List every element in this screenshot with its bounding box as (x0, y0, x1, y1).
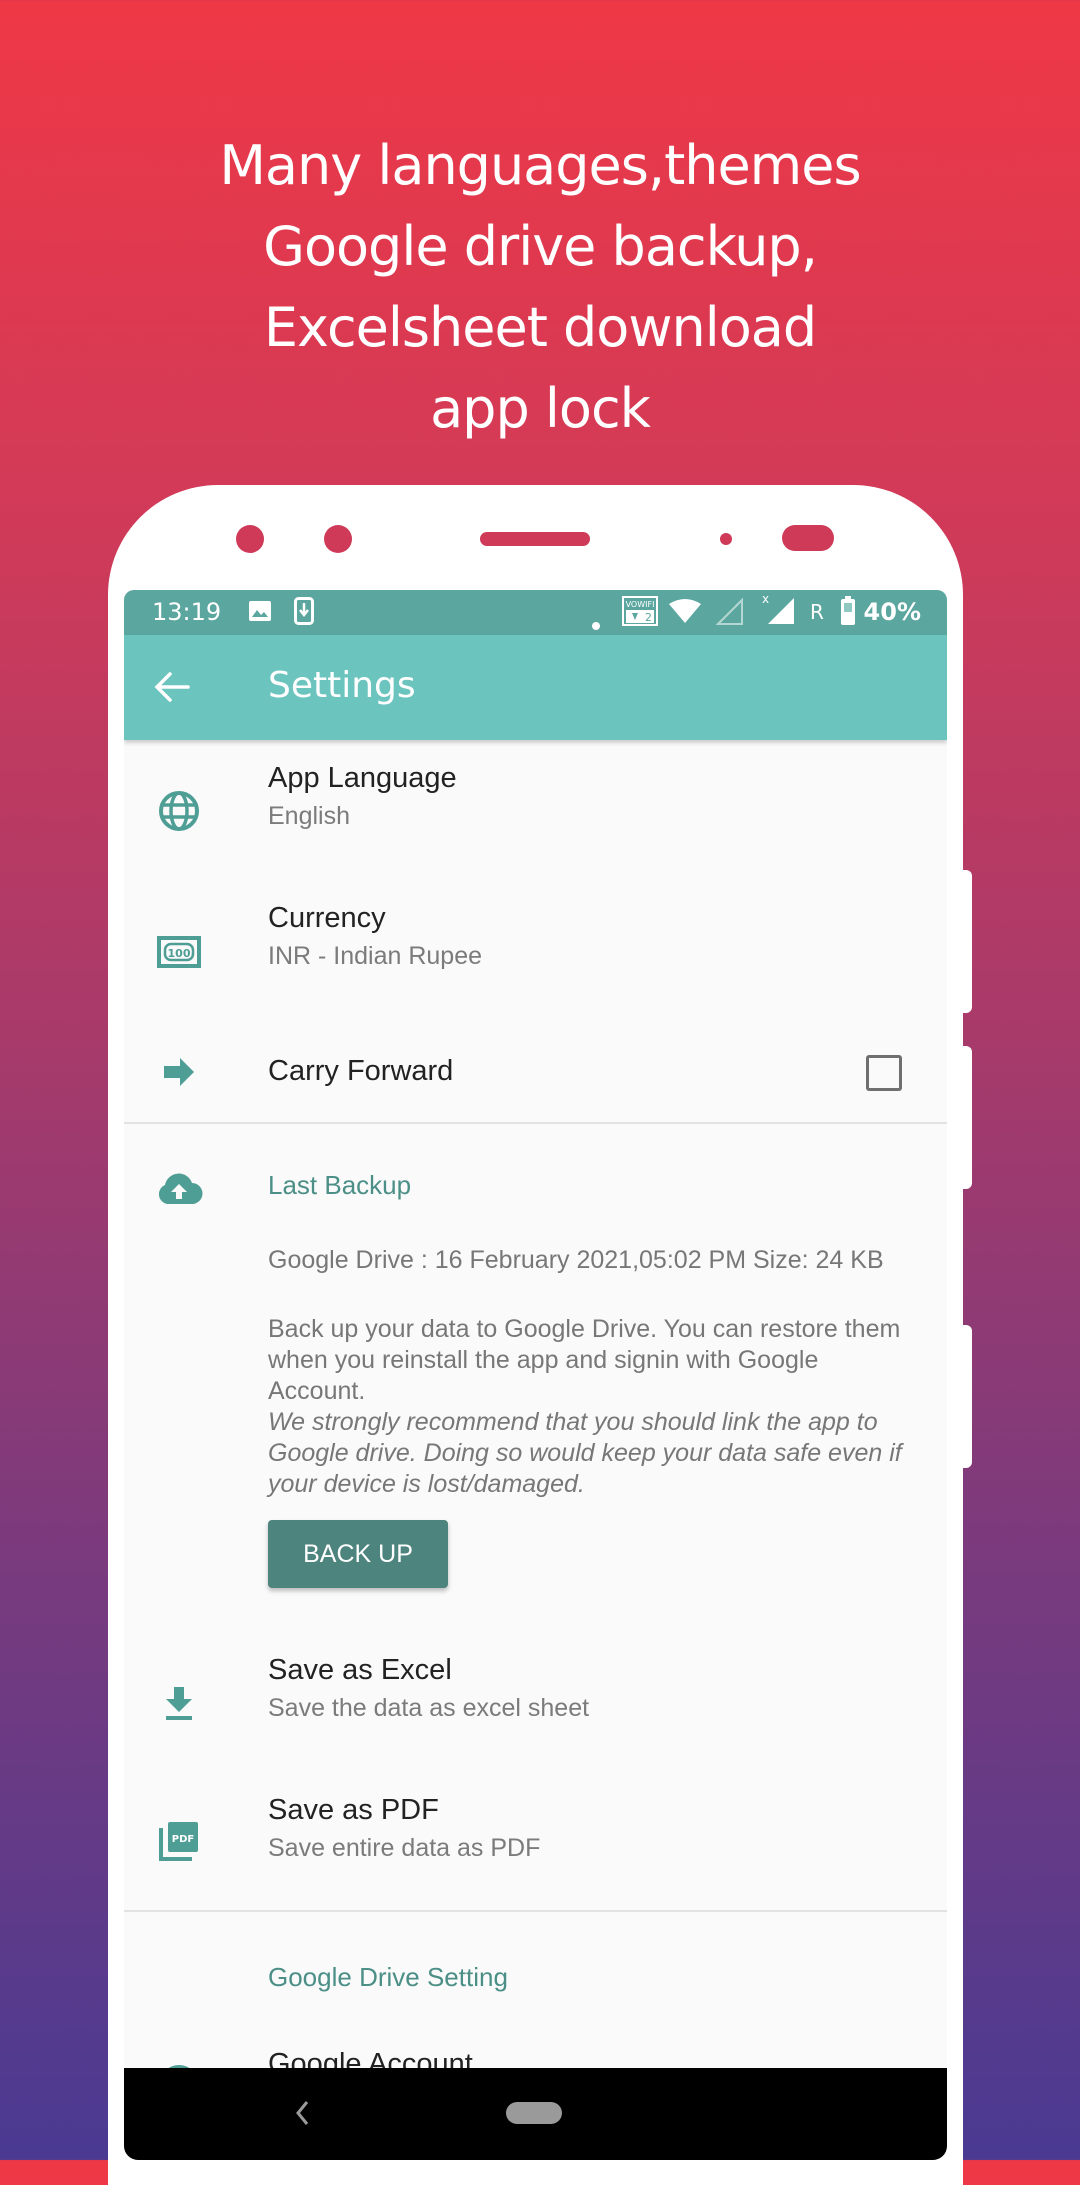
headline-line-4: app lock (430, 377, 651, 440)
setting-last-backup: Last Backup (124, 1150, 947, 1220)
image-icon (248, 599, 272, 629)
carry-forward-checkbox[interactable] (866, 1055, 902, 1091)
backup-recommendation: We strongly recommend that you should li… (268, 1408, 902, 1498)
svg-text:PDF: PDF (172, 1834, 194, 1845)
backup-section-title: Last Backup (268, 1170, 412, 1200)
headline-line-1: Many languages,themes (219, 134, 861, 197)
last-backup-info: Google Drive : 16 February 2021,05:02 PM… (268, 1246, 884, 1274)
proximity-sensor (720, 533, 732, 545)
setting-title: App Language (268, 762, 457, 794)
side-button-volume-up (955, 870, 972, 1013)
signal-empty-icon (715, 597, 744, 632)
currency-note-icon: 100 (154, 927, 204, 977)
status-time: 13:19 (152, 598, 222, 626)
svg-text:VOWIFI: VOWIFI (626, 600, 655, 609)
setting-summary: English (268, 802, 350, 830)
wifi-icon (668, 598, 702, 630)
arrow-back-icon[interactable] (154, 671, 190, 708)
headline-line-3: Excelsheet download (263, 296, 817, 359)
setting-title: Save as Excel (268, 1654, 452, 1686)
setting-title: Save as PDF (268, 1794, 439, 1826)
back-up-button[interactable]: BACK UP (268, 1520, 448, 1588)
setting-save-pdf[interactable]: PDF Save as PDF Save entire data as PDF (124, 1770, 947, 1910)
section-divider (124, 1910, 947, 1912)
roaming-icon: R (810, 600, 824, 624)
earpiece-speaker (480, 532, 590, 546)
front-camera-1 (236, 525, 264, 553)
side-button-volume-down (955, 1046, 972, 1189)
arrow-forward-icon (154, 1047, 204, 1097)
status-bar: 13:19 VOWIFI 2 x R 40% (124, 590, 947, 635)
setting-carry-forward[interactable]: Carry Forward (124, 1022, 947, 1122)
download-icon (294, 597, 314, 631)
globe-icon (154, 786, 204, 836)
battery-percent: 40% (863, 598, 921, 626)
page-title: Settings (268, 665, 416, 706)
backup-description: Back up your data to Google Drive. You c… (268, 1315, 901, 1405)
setting-summary: Save entire data as PDF (268, 1834, 541, 1862)
system-nav-bar (124, 2068, 947, 2160)
flash-sensor (782, 525, 834, 551)
drive-section-title: Google Drive Setting (268, 1962, 508, 1992)
dot-icon (592, 608, 600, 636)
headline-line-2: Google drive backup, (263, 215, 818, 278)
setting-title: Carry Forward (268, 1055, 454, 1087)
svg-text:2: 2 (645, 611, 652, 624)
download-icon (154, 1678, 204, 1728)
setting-save-excel[interactable]: Save as Excel Save the data as excel she… (124, 1630, 947, 1770)
nav-back-icon[interactable] (294, 2098, 310, 2133)
svg-text:x: x (762, 592, 769, 606)
signal-no-data-icon: x (762, 592, 796, 632)
setting-app-language[interactable]: App Language English (124, 742, 947, 882)
pdf-icon: PDF (154, 1816, 204, 1866)
front-camera-2 (324, 525, 352, 553)
battery-icon (840, 596, 856, 632)
cloud-upload-icon (154, 1164, 204, 1214)
side-button-power (955, 1325, 972, 1468)
setting-title: Currency (268, 902, 386, 934)
vowifi-icon: VOWIFI 2 (622, 596, 658, 632)
setting-summary: Save the data as excel sheet (268, 1694, 590, 1722)
setting-summary: INR - Indian Rupee (268, 942, 483, 970)
section-divider (124, 1122, 947, 1124)
nav-home-pill[interactable] (506, 2102, 562, 2124)
promo-headline: Many languages,themes Google drive backu… (0, 125, 1080, 449)
app-toolbar: Settings (124, 635, 947, 740)
app-screen: 13:19 VOWIFI 2 x R 40% Settings App Lang… (124, 590, 947, 2160)
setting-currency[interactable]: 100 Currency INR - Indian Rupee (124, 882, 947, 1022)
svg-text:100: 100 (168, 947, 191, 960)
